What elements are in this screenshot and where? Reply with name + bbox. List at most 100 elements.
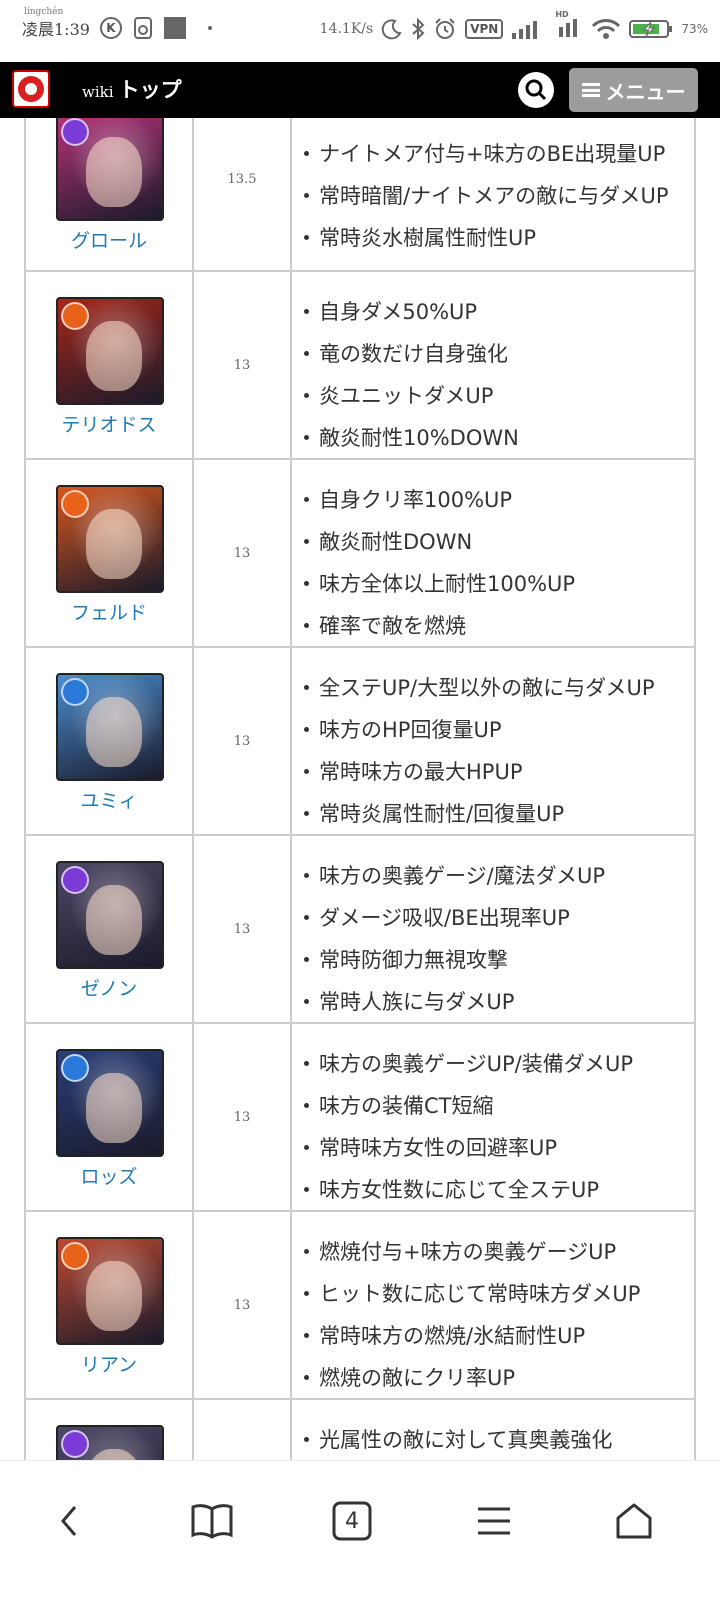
- effect-item: 敵炎耐性10%DOWN: [304, 416, 692, 458]
- character-name-link[interactable]: リアン: [26, 1350, 192, 1377]
- vpn-badge: VPN: [465, 19, 504, 39]
- wiki-top-link[interactable]: wiki トップ: [82, 74, 182, 104]
- effect-item: 自身ダメ50%UP: [304, 290, 692, 332]
- bullet-icon: [304, 234, 309, 240]
- table-cell-border: [694, 118, 696, 270]
- character-cell[interactable]: リアン: [26, 1212, 192, 1398]
- score-cell: [194, 1400, 290, 1460]
- character-name-link[interactable]: ゼノン: [26, 974, 192, 1001]
- back-arrow-icon: [61, 1506, 77, 1536]
- bullet-icon: [304, 726, 309, 732]
- bullet-icon: [304, 622, 309, 628]
- table-cell-border: [694, 836, 696, 1022]
- hamburger-menu-icon: [478, 1507, 510, 1535]
- character-portrait[interactable]: [56, 1237, 164, 1345]
- search-icon: [525, 79, 547, 101]
- home-button[interactable]: [604, 1491, 664, 1551]
- bullet-icon: [304, 580, 309, 586]
- menu-button[interactable]: メニュー: [569, 68, 698, 112]
- character-portrait[interactable]: [56, 861, 164, 969]
- clock-ruby: língchén: [24, 7, 64, 17]
- bullet-icon: [304, 1332, 309, 1338]
- bullet-icon: [304, 914, 309, 920]
- effect-item: 自身クリ率100%UP: [304, 478, 692, 520]
- table-row: リアン 13 燃焼付与+味方の奥義ゲージUP ヒット数に応じて常時味方ダメUP 常時味方…: [24, 1212, 696, 1400]
- character-portrait[interactable]: [56, 297, 164, 405]
- effect-text: 自身クリ率100%UP: [319, 488, 513, 512]
- effect-item: 燃焼の敵にクリ率UP: [304, 1356, 692, 1398]
- character-cell[interactable]: ロッズ: [26, 1024, 192, 1210]
- effect-text: 常時炎水樹属性耐性UP: [319, 226, 537, 250]
- table-row: ロッズ 13 味方の奥義ゲージUP/装備ダメUP 味方の装備CT短縮 常時味方女性の回避…: [24, 1024, 696, 1212]
- effect-item: 常時人族に与ダメUP: [304, 980, 692, 1022]
- effect-text: 全ステUP/大型以外の敵に与ダメUP: [319, 676, 655, 700]
- effects-cell: 自身クリ率100%UP 敵炎耐性DOWN 味方全体以上耐性100%UP 確率で敵を燃焼: [304, 478, 692, 646]
- character-portrait[interactable]: [56, 673, 164, 781]
- effect-text: 敵炎耐性DOWN: [319, 530, 473, 554]
- effect-item: 味方の装備CT短縮: [304, 1084, 692, 1126]
- table-cell-border: [694, 1024, 696, 1210]
- table-cell-border: [290, 272, 292, 458]
- site-header: wiki トップ メニュー: [0, 62, 720, 118]
- character-name-link[interactable]: フェルド: [26, 598, 192, 625]
- character-portrait[interactable]: [56, 1049, 164, 1157]
- effect-item: ダメージ吸収/BE出現率UP: [304, 896, 692, 938]
- character-cell[interactable]: ゼノン: [26, 836, 192, 1022]
- signal-hd: HD: [551, 10, 583, 42]
- character-cell[interactable]: フェルド: [26, 460, 192, 646]
- signal-hd-icon: [559, 19, 578, 37]
- bullet-icon: [304, 1248, 309, 1254]
- character-name-link[interactable]: グロール: [26, 226, 192, 253]
- effect-item: 常時防御力無視攻撃: [304, 938, 692, 980]
- table-cell-border: [290, 648, 292, 834]
- table-cell-border: [694, 648, 696, 834]
- effect-text: 敵炎耐性10%DOWN: [319, 426, 519, 450]
- effect-text: 味方のHP回復量UP: [319, 718, 502, 742]
- main-content[interactable]: グロール 13.5 ナイトメア付与+味方のBE出現量UP 常時暗闇/ナイトメアの敵に与…: [0, 118, 720, 1460]
- character-cell[interactable]: テリオドス: [26, 272, 192, 458]
- character-cell[interactable]: ユミィ: [26, 648, 192, 834]
- table-row: ユミィ 13 全ステUP/大型以外の敵に与ダメUP 味方のHP回復量UP 常時味方の最大…: [24, 648, 696, 836]
- table-row: フェルド 13 自身クリ率100%UP 敵炎耐性DOWN 味方全体以上耐性100%UP 確…: [24, 460, 696, 648]
- clock: língchén 凌晨1:39: [22, 7, 90, 40]
- home-icon: [616, 1503, 652, 1539]
- menu-nav-button[interactable]: [464, 1491, 524, 1551]
- bullet-icon: [304, 1436, 309, 1442]
- search-button[interactable]: [518, 72, 554, 108]
- character-cell[interactable]: グロール: [26, 118, 192, 270]
- site-logo[interactable]: [12, 70, 50, 108]
- table-cell-border: [694, 1212, 696, 1398]
- back-button[interactable]: [40, 1491, 100, 1551]
- bullet-icon: [304, 684, 309, 690]
- k-app-icon: K: [99, 17, 122, 39]
- character-portrait[interactable]: [56, 118, 164, 221]
- bullet-icon: [304, 150, 309, 156]
- status-bar-left: língchén 凌晨1:39 K: [22, 7, 212, 40]
- table-row: テリオドス 13 自身ダメ50%UP 竜の数だけ自身強化 炎ユニットダメUP 敵炎耐性10…: [24, 272, 696, 460]
- character-portrait[interactable]: [56, 485, 164, 593]
- table-cell-border: [290, 1212, 292, 1398]
- bullet-icon: [304, 1186, 309, 1192]
- score-cell: 13: [233, 1109, 251, 1125]
- tabs-button[interactable]: 4: [322, 1491, 382, 1551]
- bluetooth-icon: [412, 17, 425, 41]
- character-cell[interactable]: [26, 1400, 192, 1460]
- effect-text: 常時味方の最大HPUP: [319, 760, 523, 784]
- bookmarks-button[interactable]: [182, 1491, 242, 1551]
- effect-item: 常時味方の燃焼/氷結耐性UP: [304, 1314, 692, 1356]
- character-portrait[interactable]: [56, 1425, 164, 1460]
- effects-cell: 味方の奥義ゲージUP/装備ダメUP 味方の装備CT短縮 常時味方女性の回避率UP 味方…: [304, 1042, 692, 1210]
- bullet-icon: [304, 192, 309, 198]
- effect-text: 確率で敵を燃焼: [319, 614, 466, 638]
- effect-item: ヒット数に応じて常時味方ダメUP: [304, 1272, 692, 1314]
- effect-item: ナイトメア付与+味方のBE出現量UP: [304, 132, 692, 174]
- score-cell: 13: [233, 733, 251, 749]
- effect-text: 常時炎属性耐性/回復量UP: [319, 802, 565, 826]
- character-name-link[interactable]: ロッズ: [26, 1162, 192, 1189]
- character-name-link[interactable]: テリオドス: [26, 410, 192, 437]
- hd-label: HD: [555, 10, 569, 19]
- effects-cell: 燃焼付与+味方の奥義ゲージUP ヒット数に応じて常時味方ダメUP 常時味方の燃焼/氷…: [304, 1230, 692, 1398]
- battery-percent: 73%: [681, 22, 708, 36]
- character-name-link[interactable]: ユミィ: [26, 786, 192, 813]
- table-cell-border: [290, 460, 292, 646]
